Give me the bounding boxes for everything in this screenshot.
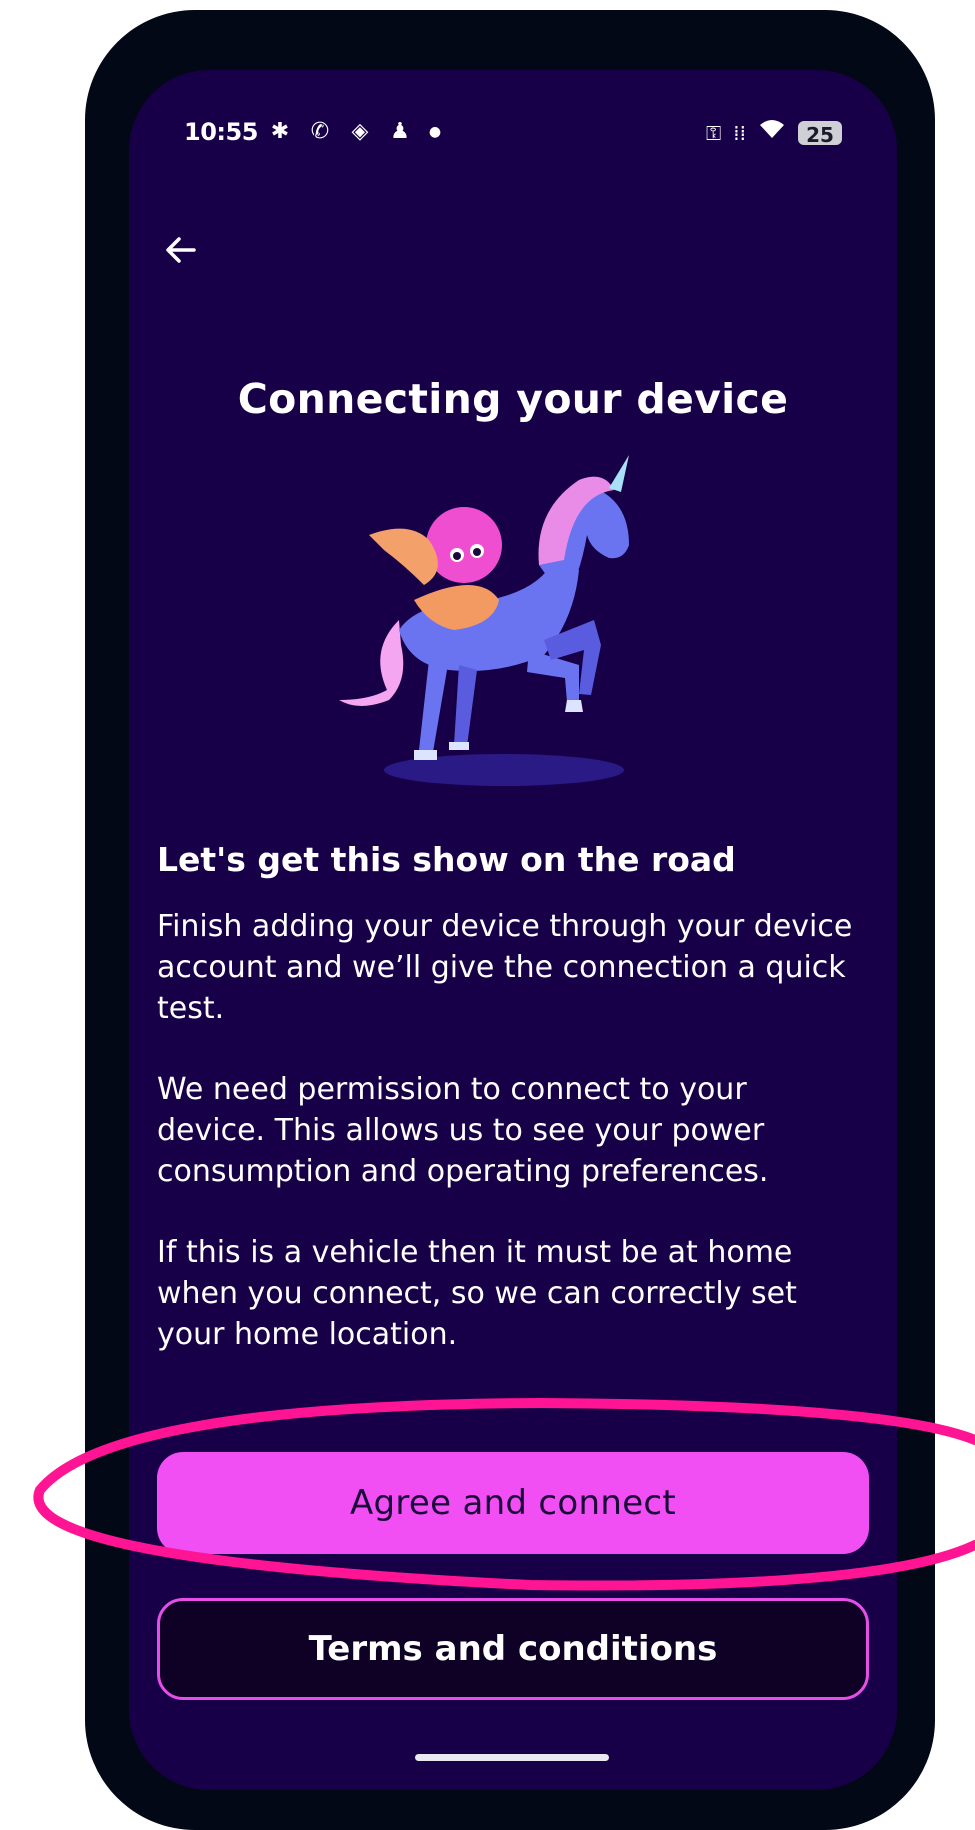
terms-and-conditions-button[interactable]: Terms and conditions <box>157 1598 869 1700</box>
home-indicator[interactable] <box>415 1754 609 1761</box>
unicorn-octopus-illustration <box>339 455 629 786</box>
signal-icon: ⁞⁞ <box>733 120 746 145</box>
arrow-left-icon <box>166 237 196 263</box>
whatsapp-icon: ✆ <box>310 119 330 144</box>
more-notifications-dot-icon: ● <box>428 124 442 140</box>
section-headline: Let's get this show on the road <box>157 840 736 879</box>
wifi-icon <box>758 118 786 147</box>
vpn-key-icon: ⚿ <box>706 120 722 145</box>
description-paragraph-3: If this is a vehicle then it must be at … <box>157 1235 797 1352</box>
description-paragraph-2: We need permission to connect to your de… <box>157 1072 769 1189</box>
status-bar: 10:55 ✱ ✆ ◈ ♟ ● ⚿ ⁞⁞ 25 <box>129 70 897 150</box>
status-time: 10:55 <box>184 118 258 146</box>
stack-icon: ◈ <box>351 119 369 144</box>
agree-and-connect-button[interactable]: Agree and connect <box>157 1452 869 1554</box>
system-icons: ⚿ ⁞⁞ 25 <box>706 118 842 147</box>
page-title: Connecting your device <box>237 375 789 423</box>
notification-icons: ✱ ✆ ◈ ♟ ● <box>265 118 445 146</box>
battery-icon: 25 <box>798 120 842 147</box>
teams-icon: ♟ <box>390 119 410 144</box>
description-paragraph-1: Finish adding your device through your d… <box>157 909 853 1026</box>
slack-icon: ✱ <box>270 119 290 144</box>
app-screen: 10:55 ✱ ✆ ◈ ♟ ● ⚿ ⁞⁞ 25 Connecting your … <box>129 70 897 1790</box>
back-button[interactable] <box>151 220 211 280</box>
